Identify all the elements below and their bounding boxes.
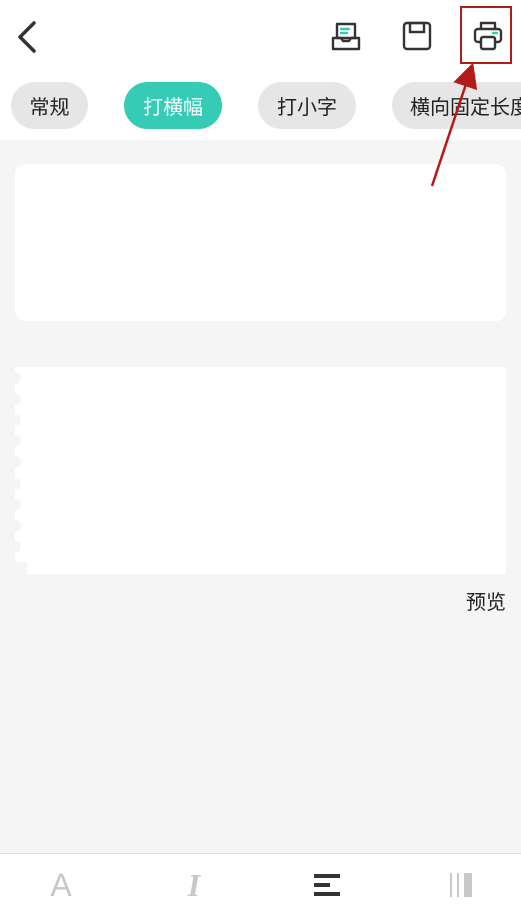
tab-banner[interactable]: 打横幅 bbox=[124, 82, 222, 129]
tab-label: 横向固定长度 bbox=[410, 95, 521, 119]
align-button[interactable] bbox=[307, 868, 347, 902]
mode-tabs: 常规 打横幅 打小字 横向固定长度 bbox=[0, 74, 521, 140]
tab-normal[interactable]: 常规 bbox=[11, 82, 88, 129]
top-bar bbox=[0, 0, 521, 74]
inbox-tray-icon bbox=[331, 22, 361, 51]
tab-small-text[interactable]: 打小字 bbox=[258, 82, 356, 129]
inbox-button[interactable] bbox=[324, 14, 368, 58]
tab-label: 打横幅 bbox=[143, 95, 203, 119]
print-highlight-box bbox=[460, 6, 512, 64]
bottom-toolbar: A I bbox=[0, 853, 521, 913]
font-a-icon: A bbox=[50, 866, 72, 903]
label-preview bbox=[15, 367, 506, 574]
tab-fixed-length[interactable]: 横向固定长度 bbox=[392, 82, 521, 129]
vertical-bars-icon bbox=[450, 873, 472, 897]
label-perforation bbox=[15, 372, 27, 574]
tab-label: 打小字 bbox=[277, 95, 337, 119]
vertical-text-button[interactable] bbox=[441, 868, 481, 902]
text-input-card[interactable] bbox=[15, 164, 506, 321]
align-left-icon bbox=[314, 874, 340, 896]
back-button[interactable] bbox=[8, 14, 48, 60]
italic-icon: I bbox=[187, 866, 201, 903]
save-button[interactable] bbox=[395, 14, 439, 58]
content-area: 预览 bbox=[0, 140, 521, 853]
save-disk-icon bbox=[402, 21, 432, 51]
preview-label[interactable]: 预览 bbox=[466, 586, 506, 615]
tab-label: 常规 bbox=[29, 95, 70, 119]
chevron-left-icon bbox=[18, 21, 36, 53]
bold-button[interactable]: A bbox=[41, 866, 81, 903]
italic-button[interactable]: I bbox=[174, 866, 214, 903]
